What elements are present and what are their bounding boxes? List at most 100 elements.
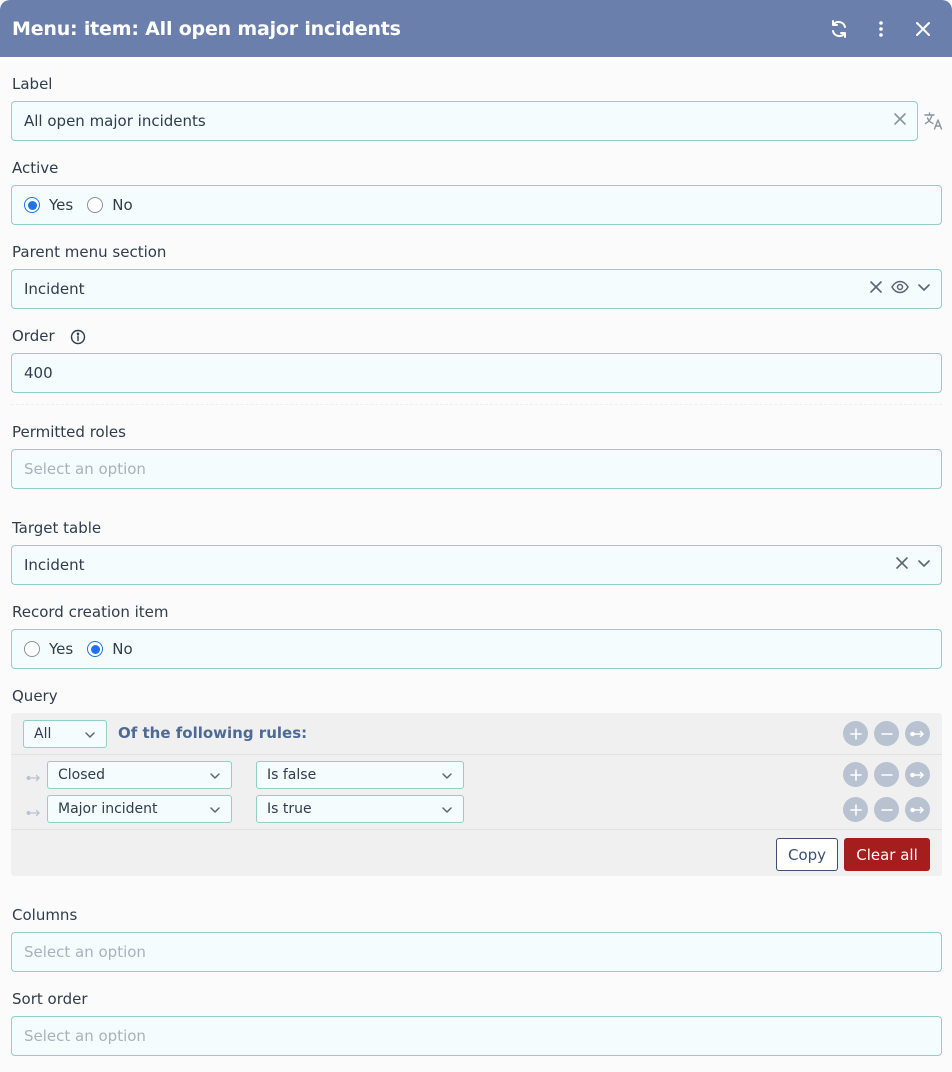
order-input-value: 400 [24, 364, 53, 382]
order-label: Order [12, 327, 55, 345]
arrow-indent-icon [909, 806, 924, 813]
arrow-indent-icon [909, 730, 924, 737]
radio-label: No [112, 196, 133, 214]
chevron-down-icon [441, 770, 453, 786]
radio-label: No [112, 640, 133, 658]
header-actions [824, 0, 938, 57]
add-rule-button[interactable] [843, 797, 868, 822]
record-creation-radio-group: Yes No [11, 629, 942, 669]
copy-button[interactable]: Copy [776, 838, 838, 871]
info-icon[interactable] [70, 329, 86, 349]
sort-order-placeholder: Select an option [24, 1027, 146, 1045]
parent-section-label: Parent menu section [12, 243, 167, 261]
radio-selected-icon [87, 641, 104, 657]
query-footer: Copy Clear all [11, 829, 942, 876]
rule-condition-select[interactable]: Is true [256, 795, 464, 823]
add-rule-button[interactable] [843, 721, 868, 746]
rule-condition-value: Is true [267, 801, 312, 817]
radio-label: Yes [49, 196, 74, 214]
label-input[interactable]: All open major incidents [11, 101, 918, 141]
remove-rule-button[interactable] [874, 762, 899, 787]
match-select[interactable]: All [23, 720, 107, 748]
rule-actions [843, 762, 930, 787]
dialog-header: Menu: item: All open major incidents [0, 0, 952, 57]
clear-icon[interactable] [895, 556, 909, 574]
rule-condition-value: Is false [267, 767, 317, 783]
rule-field-select[interactable]: Major incident [47, 795, 232, 823]
clear-icon[interactable] [893, 112, 907, 130]
active-field-label: Active [12, 159, 59, 177]
columns-placeholder: Select an option [24, 943, 146, 961]
add-group-button[interactable] [905, 721, 930, 746]
remove-rule-button[interactable] [874, 797, 899, 822]
radio-unselected-icon [24, 641, 40, 657]
more-vertical-icon[interactable] [866, 14, 896, 44]
remove-rule-button[interactable] [874, 721, 899, 746]
rule-field-select[interactable]: Closed [47, 761, 232, 789]
active-no-radio[interactable]: No [87, 196, 133, 214]
target-table-label: Target table [12, 519, 102, 537]
columns-select[interactable]: Select an option [11, 932, 942, 972]
parent-section-icons [869, 270, 931, 308]
radio-selected-icon [24, 197, 40, 213]
order-input[interactable]: 400 [11, 353, 942, 393]
chevron-down-icon [84, 729, 96, 745]
target-table-value: Incident [24, 556, 85, 574]
radio-unselected-icon [87, 197, 104, 213]
refresh-icon[interactable] [824, 14, 854, 44]
query-group-header: All Of the following rules: [11, 713, 942, 755]
rule-condition-select[interactable]: Is false [256, 761, 464, 789]
chevron-down-icon [209, 804, 221, 820]
label-input-icons [893, 102, 907, 140]
permitted-roles-select[interactable]: Select an option [11, 449, 942, 489]
minus-icon [880, 808, 893, 811]
add-group-button[interactable] [905, 797, 930, 822]
parent-section-value: Incident [24, 280, 85, 298]
active-yes-radio[interactable]: Yes [24, 196, 73, 214]
label-input-value: All open major incidents [24, 112, 206, 130]
sort-order-label: Sort order [12, 990, 88, 1008]
eye-icon[interactable] [891, 280, 909, 298]
columns-label: Columns [12, 906, 78, 924]
record-creation-yes-radio[interactable]: Yes [24, 640, 73, 658]
query-builder: All Of the following rules: Closed Is fa… [11, 713, 942, 876]
permitted-roles-label: Permitted roles [12, 423, 126, 441]
label-field-label: Label [12, 75, 53, 93]
chevron-down-icon[interactable] [917, 280, 931, 298]
chevron-down-icon [441, 804, 453, 820]
arrow-indent-icon [909, 771, 924, 778]
match-select-value: All [34, 726, 52, 742]
add-group-button[interactable] [905, 762, 930, 787]
plus-icon [849, 768, 862, 781]
permitted-roles-placeholder: Select an option [24, 460, 146, 478]
rule-field-value: Closed [58, 767, 106, 783]
minus-icon [880, 732, 893, 735]
clear-all-button[interactable]: Clear all [844, 838, 930, 871]
target-table-icons [895, 546, 931, 584]
record-creation-no-radio[interactable]: No [87, 640, 133, 658]
target-table-select[interactable]: Incident [11, 545, 942, 585]
plus-icon [849, 727, 862, 740]
parent-section-select[interactable]: Incident [11, 269, 942, 309]
chevron-down-icon[interactable] [917, 556, 931, 574]
drag-handle-icon[interactable] [26, 803, 42, 822]
translate-icon[interactable] [924, 112, 944, 134]
add-rule-button[interactable] [843, 762, 868, 787]
plus-icon [849, 803, 862, 816]
dialog-title: Menu: item: All open major incidents [12, 17, 401, 40]
divider [11, 404, 942, 405]
rules-label: Of the following rules: [118, 724, 308, 742]
chevron-down-icon [209, 770, 221, 786]
rule-field-value: Major incident [58, 801, 158, 817]
query-label: Query [12, 687, 58, 705]
close-icon[interactable] [908, 14, 938, 44]
radio-label: Yes [49, 640, 74, 658]
sort-order-select[interactable]: Select an option [11, 1016, 942, 1056]
record-creation-label: Record creation item [12, 603, 169, 621]
active-radio-group: Yes No [11, 185, 942, 225]
group-actions [843, 721, 930, 746]
clear-icon[interactable] [869, 280, 883, 298]
rule-actions [843, 797, 930, 822]
minus-icon [880, 773, 893, 776]
drag-handle-icon[interactable] [26, 768, 42, 787]
